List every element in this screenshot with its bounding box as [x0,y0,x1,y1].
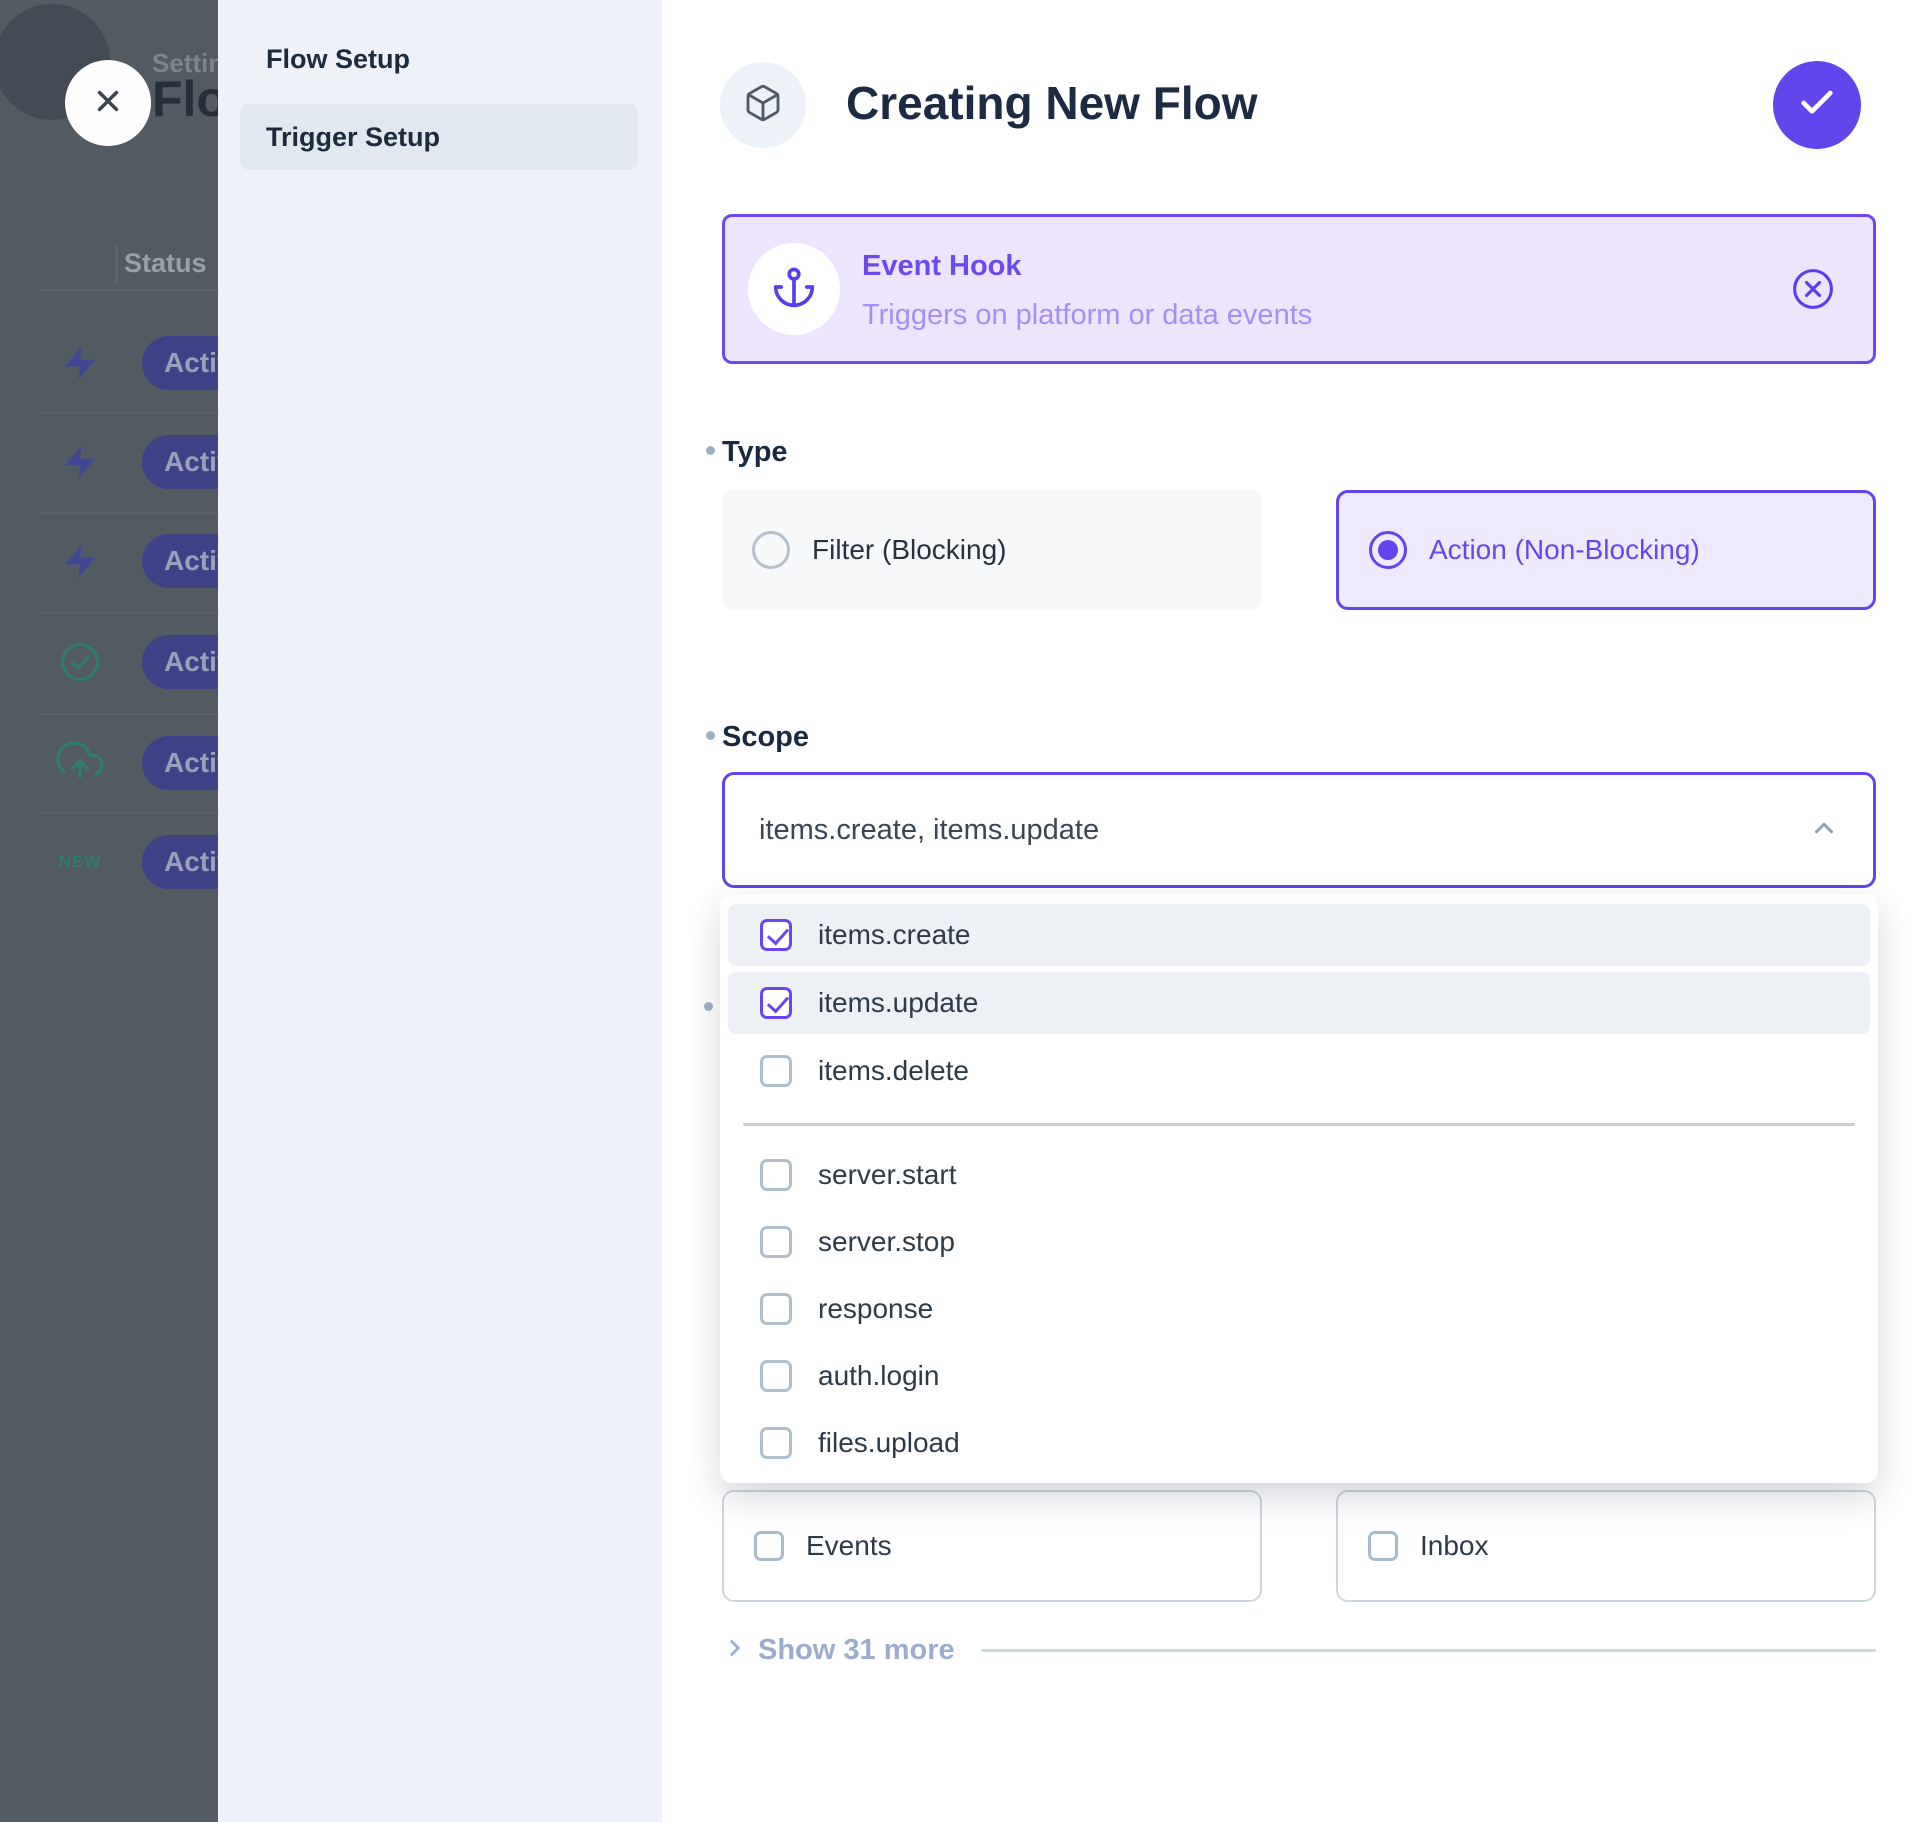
collection-option-inbox[interactable]: Inbox [1336,1490,1876,1602]
column-divider [115,246,118,284]
header-underline [40,289,218,291]
scope-option[interactable]: items.delete [728,1040,1870,1102]
status-column-header: Status [124,248,207,279]
scope-option[interactable]: server.stop [728,1209,1870,1276]
required-dot [706,731,715,740]
new-badge: NEW [56,838,104,886]
checkbox-icon [760,1226,792,1258]
row-divider [40,812,218,814]
row-divider [40,713,218,715]
drawer-title: Creating New Flow [846,76,1257,130]
deselect-trigger-button[interactable] [1790,266,1836,312]
check-icon [1797,83,1837,128]
lightning-icon [56,438,104,486]
checkbox-icon [1368,1531,1398,1561]
status-badge: Activ [142,336,218,390]
type-option-label: Action (Non-Blocking) [1429,534,1700,566]
close-icon [91,84,125,123]
divider-line [981,1649,1876,1652]
scope-option[interactable]: server.start [728,1142,1870,1209]
trigger-name: Event Hook [862,250,1022,283]
status-badge: Activ [142,736,218,790]
scope-option[interactable]: items.create [728,904,1870,966]
nav-item-flow-setup[interactable]: Flow Setup [266,44,410,75]
screen: Settin Flo Status Activ Activ Activ [0,0,1924,1822]
required-dot [706,446,715,455]
row-divider [40,512,218,514]
scope-option[interactable]: response [728,1276,1870,1343]
cube-icon [743,83,783,128]
scope-option[interactable]: items.update [728,972,1870,1034]
chevron-right-icon [722,1635,748,1666]
type-label: Type [722,436,788,469]
scope-option[interactable]: files.upload [728,1410,1870,1477]
circled-x-icon [1790,299,1836,316]
checkbox-checked-icon [760,987,792,1019]
selected-trigger-card[interactable] [722,214,1876,364]
chevron-up-icon [1809,813,1839,848]
save-button[interactable] [1773,61,1861,149]
trigger-icon-circle [748,243,840,335]
checkbox-icon [754,1531,784,1561]
required-dot [704,1002,713,1011]
row-divider [40,612,218,614]
checkbox-icon [760,1360,792,1392]
checkbox-checked-icon [760,919,792,951]
nav-item-trigger-setup[interactable]: Trigger Setup [240,104,638,170]
drawer-main: Creating New Flow Event Hook Triggers on… [662,0,1924,1822]
type-option-label: Filter (Blocking) [812,534,1006,566]
lightning-icon [56,537,104,585]
lightning-icon [56,339,104,387]
status-badge: Activ [142,835,218,889]
checkbox-icon [760,1293,792,1325]
scope-dropdown: items.create items.update items.delete s… [720,894,1878,1483]
dropdown-divider [743,1123,1855,1126]
scope-select[interactable]: items.create, items.update [722,772,1876,888]
type-option-action[interactable]: Action (Non-Blocking) [1336,490,1876,610]
collection-option-events[interactable]: Events [722,1490,1262,1602]
checkbox-icon [760,1055,792,1087]
close-drawer-button[interactable] [65,60,151,146]
drawer-icon-circle [720,62,806,148]
type-option-filter[interactable]: Filter (Blocking) [722,490,1262,610]
anchor-icon [772,265,816,314]
checkbox-icon [760,1427,792,1459]
trigger-description: Triggers on platform or data events [862,299,1312,332]
page-title: Flo [152,70,218,128]
status-badge: Activ [142,435,218,489]
check-circle-icon [56,638,104,686]
row-divider [40,412,218,414]
scope-option[interactable]: auth.login [728,1343,1870,1410]
drawer-nav: Flow Setup Trigger Setup [218,0,662,1822]
show-more-button[interactable]: Show 31 more [722,1630,1876,1670]
scope-label: Scope [722,721,809,754]
scope-select-value: items.create, items.update [759,814,1099,847]
dimmed-background-page: Settin Flo Status Activ Activ Activ [0,0,218,1822]
show-more-label: Show 31 more [758,1634,955,1667]
checkbox-icon [760,1159,792,1191]
cloud-upload-icon [56,739,104,787]
status-badge: Activ [142,534,218,588]
radio-unchecked-icon [752,531,790,569]
status-badge: Activ [142,635,218,689]
radio-checked-icon [1369,531,1407,569]
